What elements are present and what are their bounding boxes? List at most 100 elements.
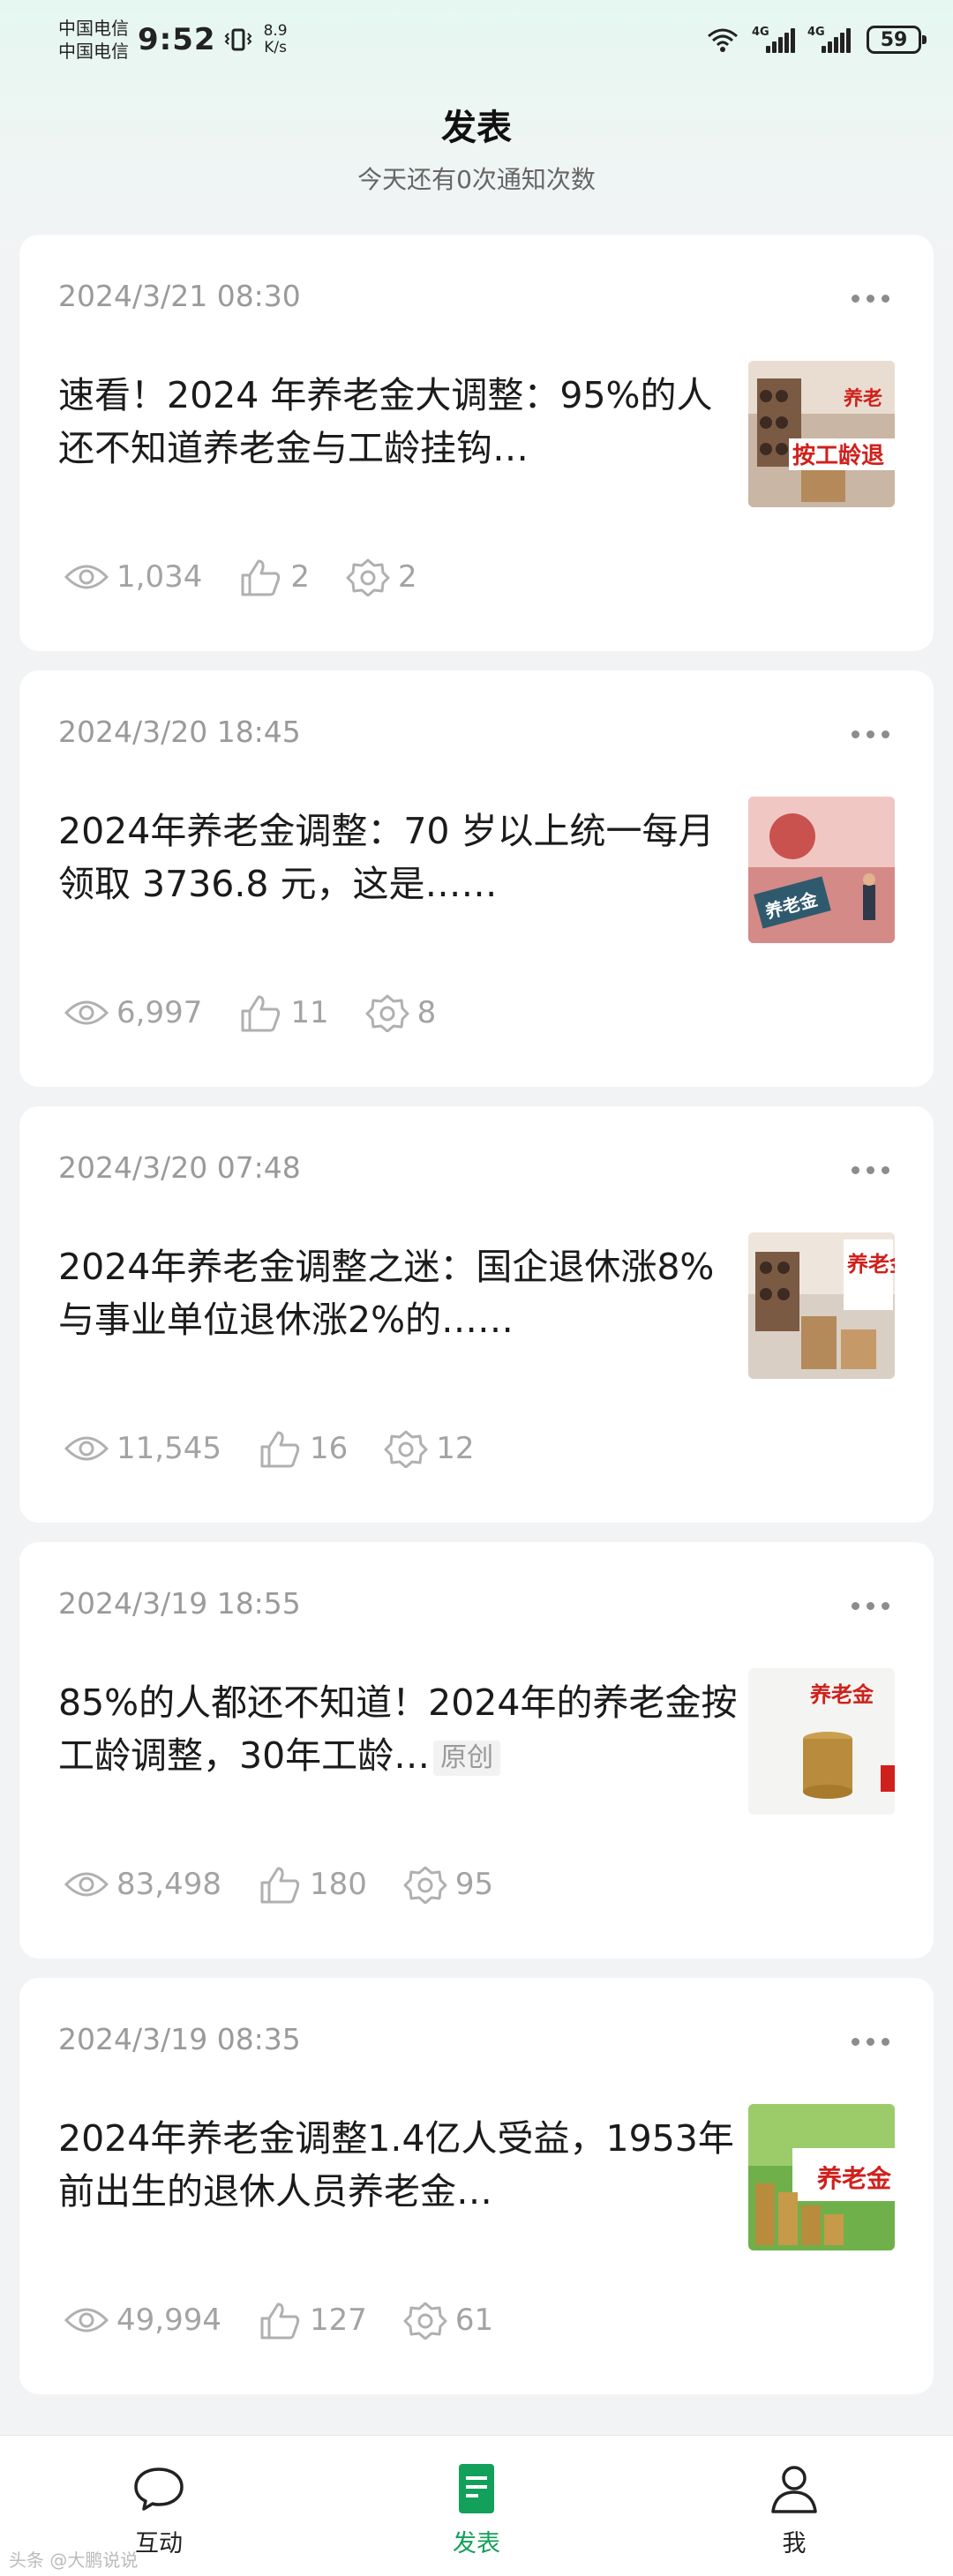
more-options-icon[interactable] xyxy=(852,2038,889,2046)
signal-2-tag: 4G xyxy=(807,26,825,39)
article-date: 2024/3/20 18:45 xyxy=(58,715,301,749)
share-count-value: 61 xyxy=(454,2303,494,2338)
vibrate-icon xyxy=(224,28,251,51)
gear-share-icon xyxy=(346,558,390,596)
article-card[interactable]: 2024/3/20 07:48 2024年养老金调整之迷：国企退休涨8%与事业单… xyxy=(19,1106,934,1523)
share-count-value: 95 xyxy=(454,1867,494,1902)
article-title[interactable]: 2024年养老金调整：70 岁以上统一每月领取 3736.8 元，这是…… xyxy=(58,805,738,910)
article-title[interactable]: 速看！2024 年养老金大调整：95%的人还不知道养老金与工龄挂钩… xyxy=(58,369,738,475)
view-count-value: 49,994 xyxy=(116,2303,221,2338)
person-icon xyxy=(771,2466,817,2513)
gear-share-icon xyxy=(384,1430,428,1468)
signal-1-tag: 4G xyxy=(752,26,769,39)
article-stats: 6,997 11 8 xyxy=(64,993,471,1032)
thumb-text: 养老金 xyxy=(846,1252,895,1277)
gear-share-icon xyxy=(403,2302,447,2340)
thumbs-up-icon xyxy=(241,559,281,596)
view-count-value: 83,498 xyxy=(116,1867,221,1902)
eye-icon xyxy=(64,2308,109,2333)
article-card[interactable]: 2024/3/19 18:55 85%的人都还不知道！2024年的养老金按工龄调… xyxy=(19,1542,934,1958)
page-title: 发表 xyxy=(441,108,512,148)
gear-share-icon xyxy=(365,994,409,1032)
like-count: 16 xyxy=(257,1429,348,1468)
wifi-icon xyxy=(708,28,738,52)
battery-icon: 59 xyxy=(867,26,927,54)
article-thumbnail[interactable]: 养老金 xyxy=(748,1668,895,1815)
gear-share-icon xyxy=(403,1866,447,1904)
thumbs-up-icon xyxy=(260,1867,300,1904)
view-count-value: 11,545 xyxy=(116,1431,221,1466)
article-stats: 49,994 127 61 xyxy=(64,2301,529,2340)
like-count: 2 xyxy=(237,558,310,596)
view-count-value: 1,034 xyxy=(116,559,203,595)
like-count-value: 11 xyxy=(290,995,329,1030)
article-date: 2024/3/20 07:48 xyxy=(58,1150,301,1185)
signal-1-icon: 4G xyxy=(752,26,795,53)
more-options-icon[interactable] xyxy=(852,1602,889,1610)
view-count: 49,994 xyxy=(64,2301,221,2340)
status-bar: 中国电信 中国电信 9:52 8.9 K/s 4G 4G 59 xyxy=(0,0,953,79)
carrier-1: 中国电信 xyxy=(58,18,129,39)
article-title[interactable]: 85%的人都还不知道！2024年的养老金按工龄调整，30年工龄… 原创 xyxy=(58,1676,738,1782)
original-badge: 原创 xyxy=(433,1741,501,1776)
article-title[interactable]: 2024年养老金调整之迷：国企退休涨8%与事业单位退休涨2%的…… xyxy=(58,1240,738,1346)
eye-icon xyxy=(64,1000,109,1025)
bottom-nav: 互动 发表 我 xyxy=(0,2435,953,2576)
view-count: 11,545 xyxy=(64,1429,221,1468)
watermark: 头条 @大鹏说说 xyxy=(9,2550,139,2571)
article-card[interactable]: 2024/3/19 08:35 2024年养老金调整1.4亿人受益，1953年前… xyxy=(19,1978,934,2394)
like-count: 11 xyxy=(237,993,329,1032)
nav-label: 发表 xyxy=(453,2530,500,2557)
thumb-text: 养老金 xyxy=(809,1682,874,1707)
more-options-icon[interactable] xyxy=(852,1166,889,1174)
page-header: 发表 今天还有0次通知次数 xyxy=(0,99,953,196)
thumb-text-2: 养老 xyxy=(843,387,882,410)
carrier-2: 中国电信 xyxy=(58,41,129,62)
article-card[interactable]: 2024/3/20 18:45 2024年养老金调整：70 岁以上统一每月领取 … xyxy=(19,670,934,1087)
document-icon xyxy=(459,2464,494,2513)
article-stats: 1,034 2 2 xyxy=(64,558,453,596)
net-speed-unit: K/s xyxy=(264,39,287,56)
article-thumbnail[interactable]: 养老金 xyxy=(748,2104,895,2250)
article-thumbnail[interactable]: 养老金 xyxy=(748,797,895,943)
net-speed-value: 8.9 xyxy=(263,22,288,40)
nav-item-me[interactable]: 我 xyxy=(706,2460,882,2576)
article-date: 2024/3/21 08:30 xyxy=(58,279,301,313)
share-count: 2 xyxy=(345,558,417,596)
article-thumbnail[interactable]: 养老金 xyxy=(748,1232,895,1379)
like-count-value: 2 xyxy=(290,559,310,595)
thumb-text: 按工龄退 xyxy=(792,442,884,469)
view-count-value: 6,997 xyxy=(116,995,203,1030)
view-count: 83,498 xyxy=(64,1865,221,1904)
battery-level: 59 xyxy=(880,28,908,51)
view-count: 6,997 xyxy=(64,993,202,1032)
article-card[interactable]: 2024/3/21 08:30 速看！2024 年养老金大调整：95%的人还不知… xyxy=(19,235,934,651)
like-count: 180 xyxy=(257,1865,367,1904)
like-count-value: 127 xyxy=(309,2303,367,2338)
article-date: 2024/3/19 18:55 xyxy=(58,1586,301,1621)
more-options-icon[interactable] xyxy=(852,295,889,303)
nav-item-publish[interactable]: 发表 xyxy=(388,2460,565,2576)
share-count: 95 xyxy=(402,1865,493,1904)
share-count-value: 8 xyxy=(416,995,437,1030)
eye-icon xyxy=(64,1436,109,1461)
share-count: 61 xyxy=(402,2301,493,2340)
article-title[interactable]: 2024年养老金调整1.4亿人受益，1953年前出生的退休人员养老金… xyxy=(58,2112,738,2218)
nav-label: 互动 xyxy=(135,2530,183,2557)
thumbs-up-icon xyxy=(241,995,281,1032)
net-speed: 8.9 K/s xyxy=(264,23,288,56)
article-stats: 11,545 16 12 xyxy=(64,1429,510,1468)
eye-icon xyxy=(64,1872,109,1897)
more-options-icon[interactable] xyxy=(852,730,889,738)
signal-2-icon: 4G xyxy=(807,26,851,53)
like-count-value: 16 xyxy=(309,1431,349,1466)
share-count: 8 xyxy=(364,993,437,1032)
nav-label: 我 xyxy=(782,2530,807,2557)
article-thumbnail[interactable]: 按工龄退 养老 xyxy=(748,361,895,507)
article-stats: 83,498 180 95 xyxy=(64,1865,529,1904)
like-count: 127 xyxy=(257,2301,367,2340)
clock: 9:52 xyxy=(138,22,216,57)
article-title-text: 85%的人都还不知道！2024年的养老金按工龄调整，30年工龄… xyxy=(58,1681,738,1777)
share-count-value: 2 xyxy=(397,559,417,595)
thumb-text: 养老金 xyxy=(817,2164,892,2193)
